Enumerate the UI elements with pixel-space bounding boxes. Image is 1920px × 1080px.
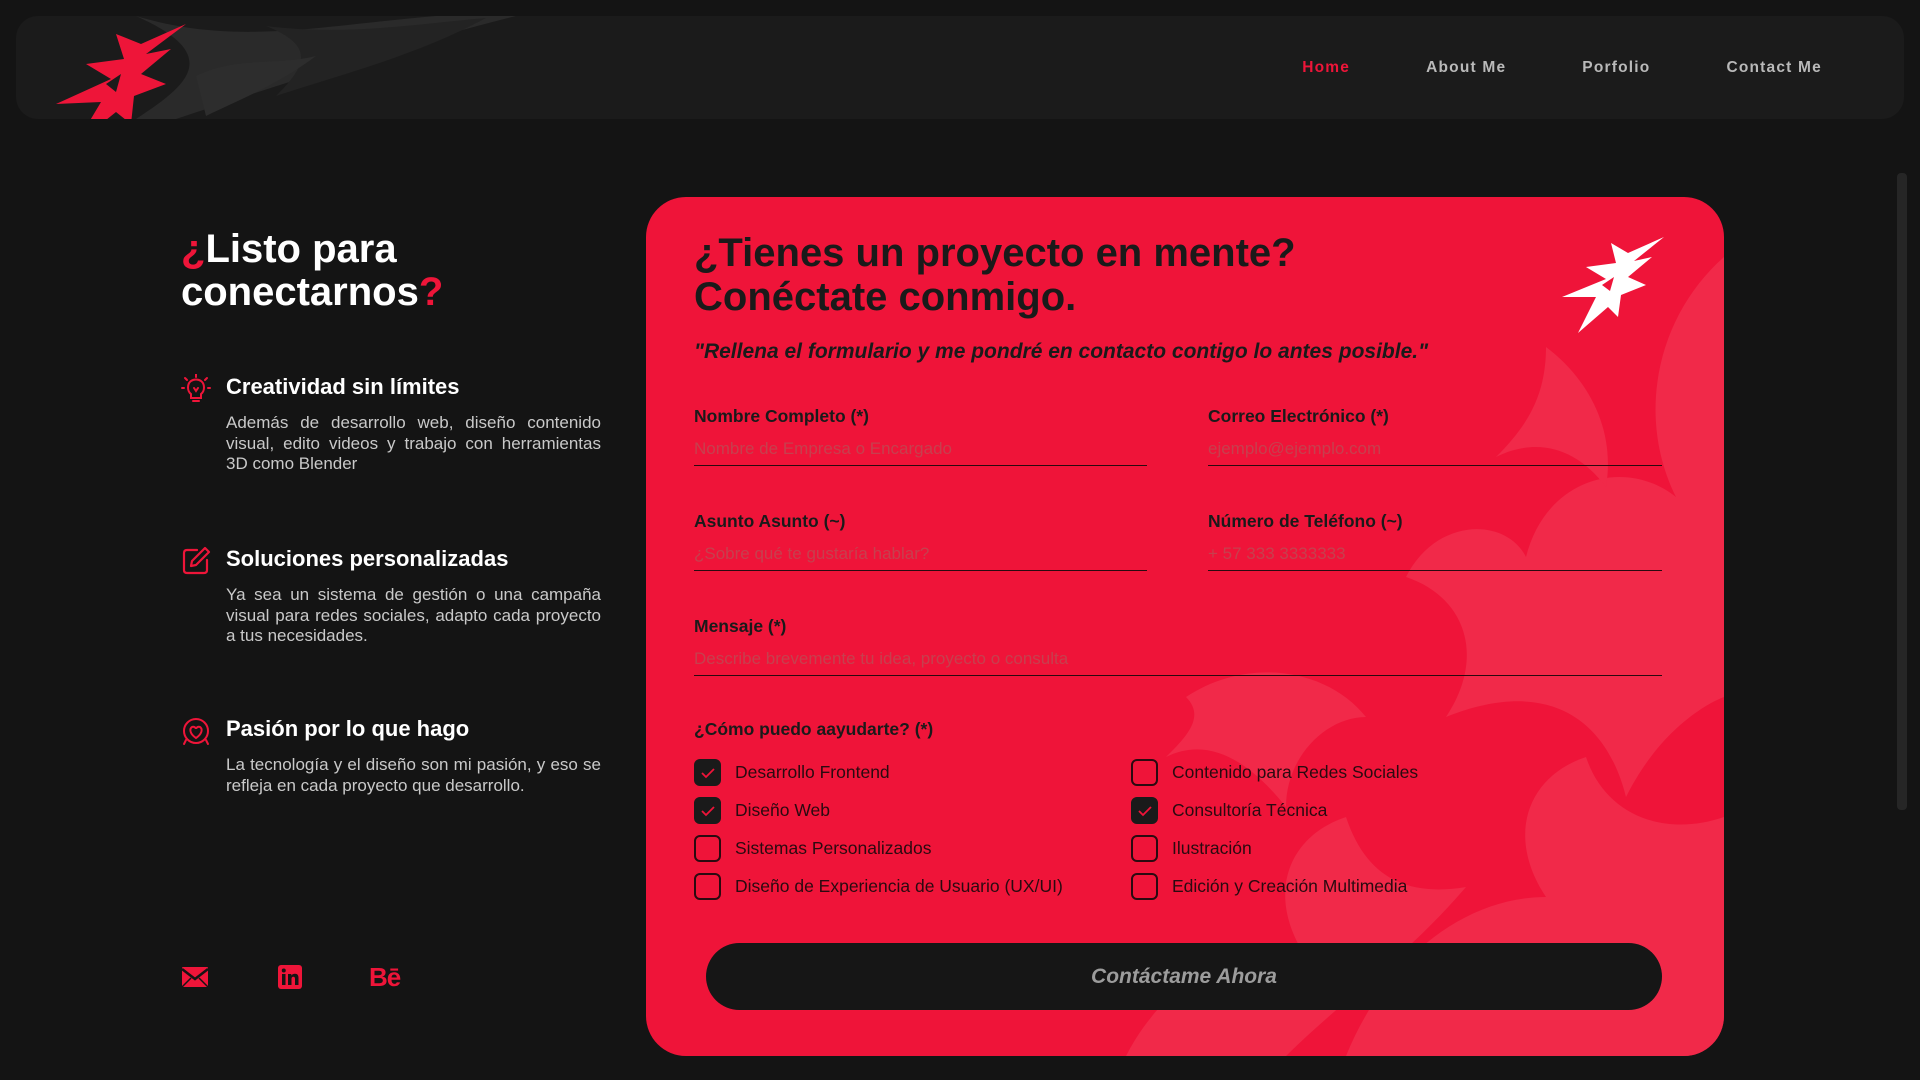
option-frontend[interactable]: Desarrollo Frontend: [694, 759, 890, 786]
email-field-label: Correo Electrónico (*): [1208, 406, 1389, 426]
checkbox-unchecked[interactable]: [694, 835, 721, 862]
option-ux-ui[interactable]: Diseño de Experiencia de Usuario (UX/UI): [694, 873, 1063, 900]
mail-link[interactable]: [181, 962, 209, 992]
option-web-design[interactable]: Diseño Web: [694, 797, 830, 824]
option-social-content[interactable]: Contenido para Redes Sociales: [1131, 759, 1418, 786]
behance-icon[interactable]: Bē: [369, 962, 401, 992]
subject-field-label: Asunto Asunto (~): [694, 511, 846, 531]
form-title-line2: Conéctate conmigo.: [694, 275, 1077, 319]
form-quote: "Rellena el formulario y me pondré en co…: [694, 340, 1429, 363]
phone-input[interactable]: [1208, 540, 1662, 571]
checkbox-checked[interactable]: [1131, 797, 1158, 824]
subject-field-group: Asunto Asunto (~): [694, 511, 1147, 571]
checkmark-icon: [1137, 805, 1152, 816]
feature-title: Creatividad sin límites: [226, 374, 460, 399]
nav-link-contact[interactable]: Contact Me: [1726, 59, 1822, 77]
option-tech-consulting[interactable]: Consultoría Técnica: [1131, 797, 1327, 824]
nav-link-about[interactable]: About Me: [1426, 59, 1506, 77]
brand-star-logo[interactable]: [46, 24, 196, 119]
option-label: Edición y Creación Multimedia: [1172, 876, 1408, 896]
feature-description: Ya sea un sistema de gestión o una campa…: [226, 585, 601, 645]
navbar: Home About Me Porfolio Contact Me: [16, 16, 1904, 119]
phone-field-group: Número de Teléfono (~): [1208, 511, 1662, 571]
checkbox-unchecked[interactable]: [1131, 835, 1158, 862]
left-title: ¿Listo para conectarnos?: [181, 228, 601, 314]
checkbox-checked[interactable]: [694, 759, 721, 786]
feature-title: Soluciones personalizadas: [226, 546, 509, 571]
name-field-group: Nombre Completo (*): [694, 406, 1147, 466]
linkedin-icon: [278, 965, 302, 989]
option-illustration[interactable]: Ilustración: [1131, 835, 1252, 862]
option-label: Desarrollo Frontend: [735, 762, 890, 782]
edit-icon: [182, 546, 211, 575]
option-multimedia[interactable]: Edición y Creación Multimedia: [1131, 873, 1407, 900]
title-main: Listo para conectarnos: [181, 227, 419, 314]
email-input[interactable]: [1208, 435, 1662, 466]
nav-links: Home About Me Porfolio Contact Me: [1226, 16, 1822, 119]
nav-link-portfolio[interactable]: Porfolio: [1582, 59, 1650, 77]
checkbox-unchecked[interactable]: [694, 873, 721, 900]
submit-button[interactable]: Contáctame Ahora: [706, 943, 1662, 1010]
page-scrollbar[interactable]: [1897, 173, 1907, 810]
option-label: Contenido para Redes Sociales: [1172, 762, 1419, 782]
option-label: Diseño de Experiencia de Usuario (UX/UI): [735, 876, 1063, 896]
nav-link-home[interactable]: Home: [1302, 59, 1350, 77]
message-field-group: Mensaje (*): [694, 616, 1662, 676]
option-label: Ilustración: [1172, 838, 1252, 858]
feature-title: Pasión por lo que hago: [226, 716, 470, 741]
linkedin-link[interactable]: [278, 962, 302, 992]
checkbox-unchecked[interactable]: [1131, 873, 1158, 900]
option-custom-systems[interactable]: Sistemas Personalizados: [694, 835, 931, 862]
checkbox-checked[interactable]: [694, 797, 721, 824]
title-question-close: ?: [418, 270, 444, 314]
feature-description: Además de desarrollo web, diseño conteni…: [226, 413, 601, 473]
name-field-label: Nombre Completo (*): [694, 406, 869, 426]
form-title: ¿Tienes un proyecto en mente? Conéctate …: [694, 231, 1514, 319]
option-label: Sistemas Personalizados: [735, 838, 932, 858]
feature-description: La tecnología y el diseño son mi pasión,…: [226, 755, 601, 795]
checkmark-icon: [700, 805, 715, 816]
form-title-line1: ¿Tienes un proyecto en mente?: [694, 231, 1296, 275]
subject-input[interactable]: [694, 540, 1147, 571]
contact-form-card: ¿Tienes un proyecto en mente? Conéctate …: [646, 197, 1724, 1056]
option-label: Diseño Web: [735, 800, 831, 820]
checkbox-unchecked[interactable]: [1131, 759, 1158, 786]
checkmark-icon: [700, 767, 715, 778]
passion-icon: [183, 718, 209, 745]
left-column: ¿Listo para conectarnos? Creatividad sin…: [181, 228, 601, 795]
email-field-group: Correo Electrónico (*): [1208, 406, 1662, 466]
message-field-label: Mensaje (*): [694, 616, 787, 636]
lightbulb-icon: [181, 374, 211, 402]
message-input[interactable]: [694, 645, 1662, 676]
title-question-open: ¿: [181, 227, 206, 271]
card-star-logo: [1562, 237, 1664, 333]
option-label: Consultoría Técnica: [1172, 800, 1328, 820]
name-input[interactable]: [694, 435, 1147, 466]
phone-field-label: Número de Teléfono (~): [1208, 511, 1403, 531]
services-label: ¿Cómo puedo aayudarte? (*): [694, 719, 934, 739]
mail-icon: [181, 967, 209, 988]
